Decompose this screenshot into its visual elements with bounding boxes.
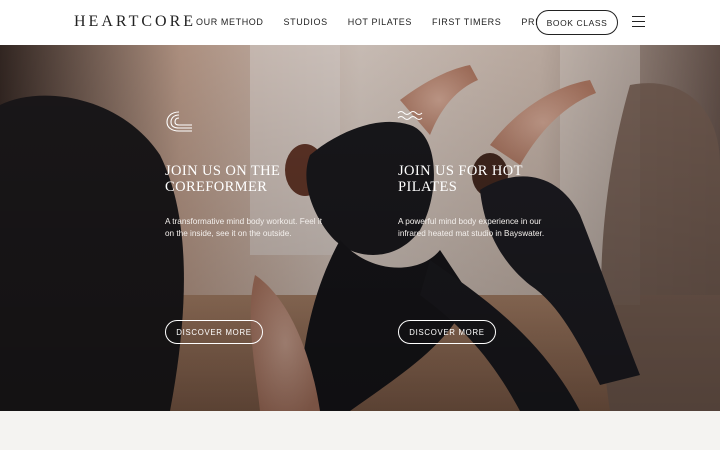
- nav-first-timers[interactable]: FIRST TIMERS: [432, 17, 501, 27]
- nav-studios[interactable]: STUDIOS: [284, 17, 328, 27]
- nav-hot-pilates[interactable]: HOT PILATES: [348, 17, 412, 27]
- coreformer-panel-description: A transformative mind body workout. Feel…: [165, 217, 322, 238]
- waves-icon: [397, 111, 423, 120]
- hero-section: JOIN US ON THE COREFORMER A transformati…: [0, 45, 720, 411]
- site-header: HEARTCORE OUR METHOD STUDIOS HOT PILATES…: [0, 0, 720, 45]
- coreformer-icon: [166, 111, 192, 132]
- hot-pilates-discover-more-button[interactable]: DISCOVER MORE: [398, 320, 496, 344]
- page-footer-band: [0, 411, 720, 450]
- book-class-button[interactable]: BOOK CLASS: [536, 10, 618, 35]
- coreformer-discover-more-button[interactable]: DISCOVER MORE: [165, 320, 263, 344]
- hot-pilates-panel-title: JOIN US FOR HOT PILATES: [398, 163, 523, 195]
- main-nav: OUR METHOD STUDIOS HOT PILATES FIRST TIM…: [196, 17, 563, 27]
- hamburger-menu-icon[interactable]: [632, 16, 645, 28]
- nav-our-method[interactable]: OUR METHOD: [196, 17, 264, 27]
- hero-background-image: [0, 45, 720, 411]
- hot-pilates-panel-description: A powerful mind body experience in our i…: [398, 217, 545, 238]
- coreformer-panel-title: JOIN US ON THE COREFORMER: [165, 163, 281, 195]
- heartcore-logo[interactable]: HEARTCORE: [74, 13, 196, 31]
